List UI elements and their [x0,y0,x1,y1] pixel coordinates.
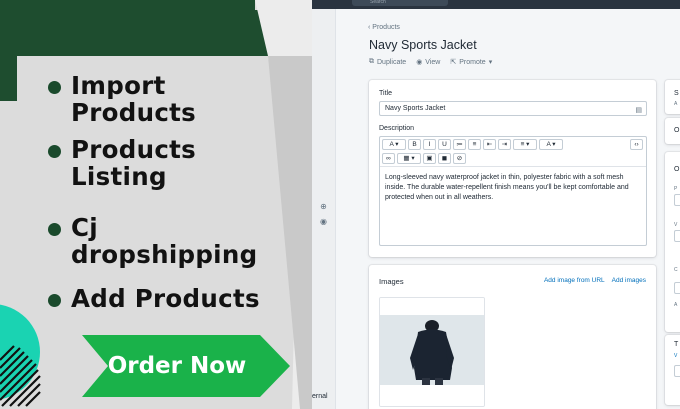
promote-button[interactable]: ⇱ Promote ▾ [450,58,493,67]
side-card-sub: C [674,267,678,273]
side-card-link[interactable]: V [674,353,677,359]
add-images-link[interactable]: Add images [612,277,646,284]
feature-item-add: Add Products [48,285,286,312]
plus-circle-icon[interactable]: ⊕ [319,202,328,211]
bullet-list-button[interactable]: ≔ [453,139,466,150]
side-card-letter: O [674,127,680,134]
title-value: Navy Sports Jacket [385,105,446,112]
jacket-photo-icon [380,298,484,406]
vendor-input[interactable] [674,230,680,242]
copy-icon: ⧉ [369,58,374,65]
text-color-button[interactable]: A ▾ [539,139,563,150]
image-button[interactable]: ▣ [423,153,436,164]
feature-item-listing: Products Listing [48,136,231,190]
side-card-sub: A [674,302,678,308]
indent-button[interactable]: ⇥ [498,139,511,150]
title-label: Title [379,90,392,97]
order-now-label: Order Now [107,353,247,379]
description-label: Description [379,125,415,132]
card-icon: ▤ [635,107,642,114]
general-card: Title Navy Sports Jacket ▤ Description A… [369,80,656,257]
side-card-letter: T [674,341,679,348]
view-label: View [425,58,441,66]
sidebar-truncated-label: ernal [312,393,328,400]
top-bar: Search [312,0,680,9]
share-icon: ⇱ [450,59,457,66]
breadcrumb[interactable]: ‹ Products [368,24,400,31]
product-actions: ⧉ Duplicate ◉ View ⇱ Promote ▾ [369,58,492,66]
view-button[interactable]: ◉ View [416,58,441,67]
title-input[interactable]: Navy Sports Jacket ▤ [379,101,647,116]
side-card-sub: P [674,186,678,192]
order-now-button[interactable]: Order Now [82,335,290,397]
tags-input[interactable] [674,365,680,377]
feature-label: Add Products [71,284,260,313]
italic-button[interactable]: I [423,139,436,150]
bullet-dot-icon [48,223,61,236]
feature-label: Cj dropshipping [71,213,258,269]
eye-icon[interactable]: ◉ [319,217,328,226]
editor-toolbar-row-1: A ▾ B I U ≔ ≡ ⇤ ⇥ ≡ ▾ A ▾ [380,137,563,152]
table-dropdown-button[interactable]: ▦ ▾ [397,153,421,164]
feature-label: Products Listing [71,135,197,191]
description-editor[interactable]: A ▾ B I U ≔ ≡ ⇤ ⇥ ≡ ▾ A ▾ ‹› ∞ ▦ ▾ ▣ ◼ ⊘… [379,136,647,246]
bullet-dot-icon [48,145,61,158]
bullet-dot-icon [48,81,61,94]
feature-label: Import Products [71,71,197,127]
images-heading: Images [379,277,404,286]
editor-toolbar-row-2: ∞ ▦ ▾ ▣ ◼ ⊘ [380,151,466,166]
side-card-tags: T V [665,335,680,405]
duplicate-button[interactable]: ⧉ Duplicate [369,58,406,66]
product-type-input[interactable] [674,194,680,206]
duplicate-label: Duplicate [377,58,407,66]
product-admin-panel: Search ⊕ ◉ ernal ‹ Products Navy Sports … [312,0,680,409]
search-input[interactable]: Search [352,0,448,6]
side-card-letter: O [674,166,680,173]
code-view-button[interactable]: ‹› [630,139,643,150]
clear-format-button[interactable]: ⊘ [453,153,466,164]
bullet-dot-icon [48,294,61,307]
side-card-online: O [665,118,680,144]
left-sidebar-strip: ⊕ ◉ ernal [312,9,336,409]
feature-item-import: Import Products [48,72,251,126]
promote-label: Promote [459,58,486,66]
bold-button[interactable]: B [408,139,421,150]
image-actions: Add image from URL Add images [544,277,646,284]
font-dropdown-button[interactable]: A ▾ [382,139,406,150]
editor-divider [380,166,646,167]
description-text[interactable]: Long-sleeved navy waterproof jacket in t… [385,173,643,203]
side-card-sub: V [674,222,678,228]
page-title: Navy Sports Jacket [369,38,477,52]
eye-icon: ◉ [416,59,423,66]
outdent-button[interactable]: ⇤ [483,139,496,150]
collections-input[interactable] [674,282,680,294]
underline-button[interactable]: U [438,139,451,150]
numbered-list-button[interactable]: ≡ [468,139,481,150]
side-card-status: S A [665,80,680,114]
side-card-sub: A [674,101,678,107]
video-button[interactable]: ◼ [438,153,451,164]
align-dropdown-button[interactable]: ≡ ▾ [513,139,537,150]
add-image-url-link[interactable]: Add image from URL [544,277,605,284]
side-card-letter: S [674,90,679,97]
side-card-organization: O P V C A [665,152,680,332]
promo-banner: Import Products Products Listing Cj drop… [0,0,312,409]
caret-down-icon: ▾ [488,59,493,66]
product-image[interactable] [379,297,485,407]
feature-item-cj: Cj dropshipping [48,214,271,268]
link-button[interactable]: ∞ [382,153,395,164]
images-card: Images Add image from URL Add images [369,265,656,409]
breadcrumb-label: Products [372,24,400,31]
